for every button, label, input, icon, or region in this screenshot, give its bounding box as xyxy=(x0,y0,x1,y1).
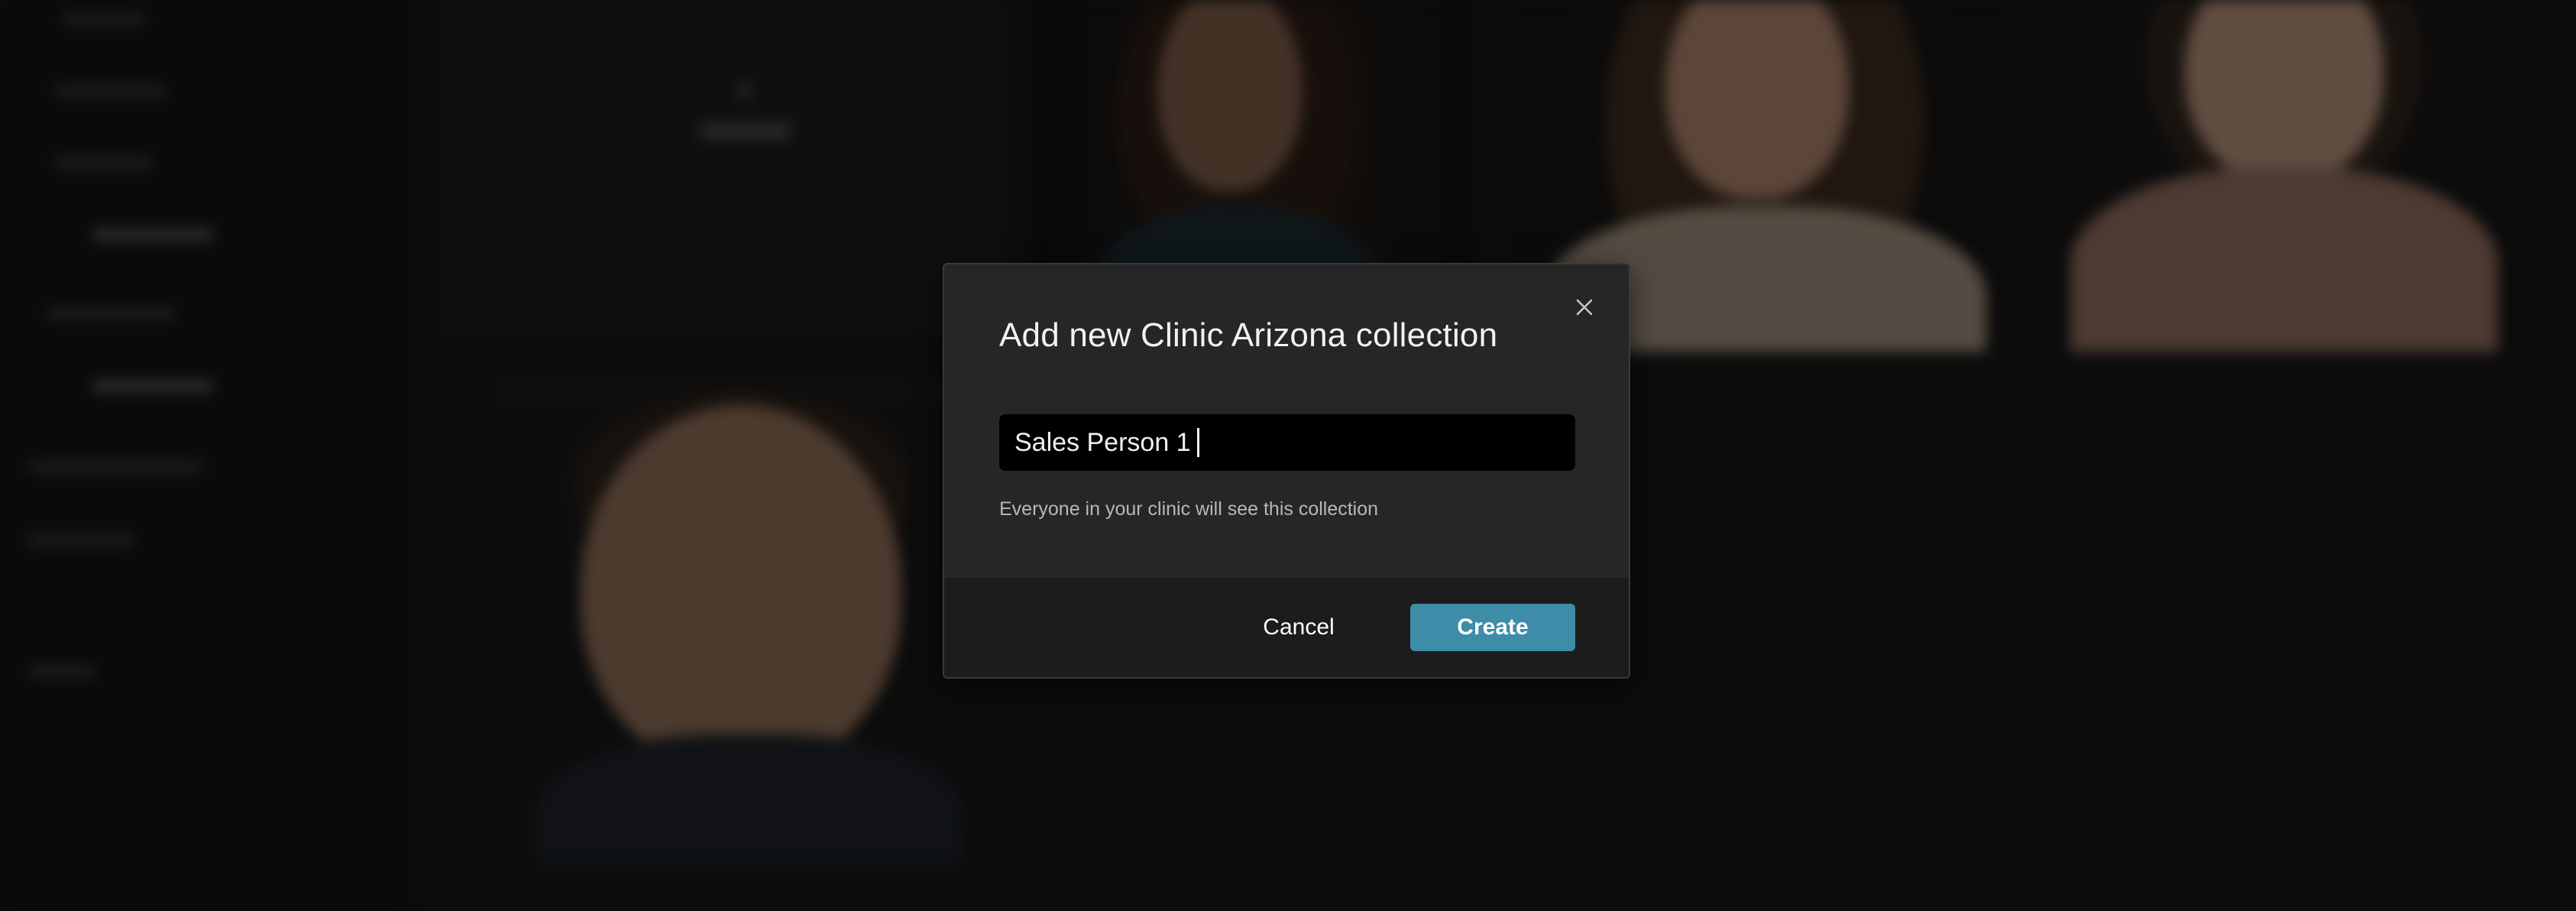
add-collection-dialog: Add new Clinic Arizona collection Sales … xyxy=(943,263,1630,679)
helper-text: Everyone in your clinic will see this co… xyxy=(999,498,1379,520)
dialog-title: Add new Clinic Arizona collection xyxy=(999,316,1498,354)
app-window: Add new Clinic Arizona collection Sales … xyxy=(0,0,2576,911)
collection-name-value: Sales Person 1 xyxy=(1015,427,1191,457)
create-button[interactable]: Create xyxy=(1410,604,1575,651)
close-button[interactable] xyxy=(1569,292,1600,323)
dialog-footer: Cancel Create xyxy=(944,578,1629,677)
close-icon xyxy=(1576,299,1593,316)
collection-name-input[interactable]: Sales Person 1 xyxy=(999,414,1575,471)
text-caret xyxy=(1196,428,1199,457)
cancel-button[interactable]: Cancel xyxy=(1253,604,1345,651)
